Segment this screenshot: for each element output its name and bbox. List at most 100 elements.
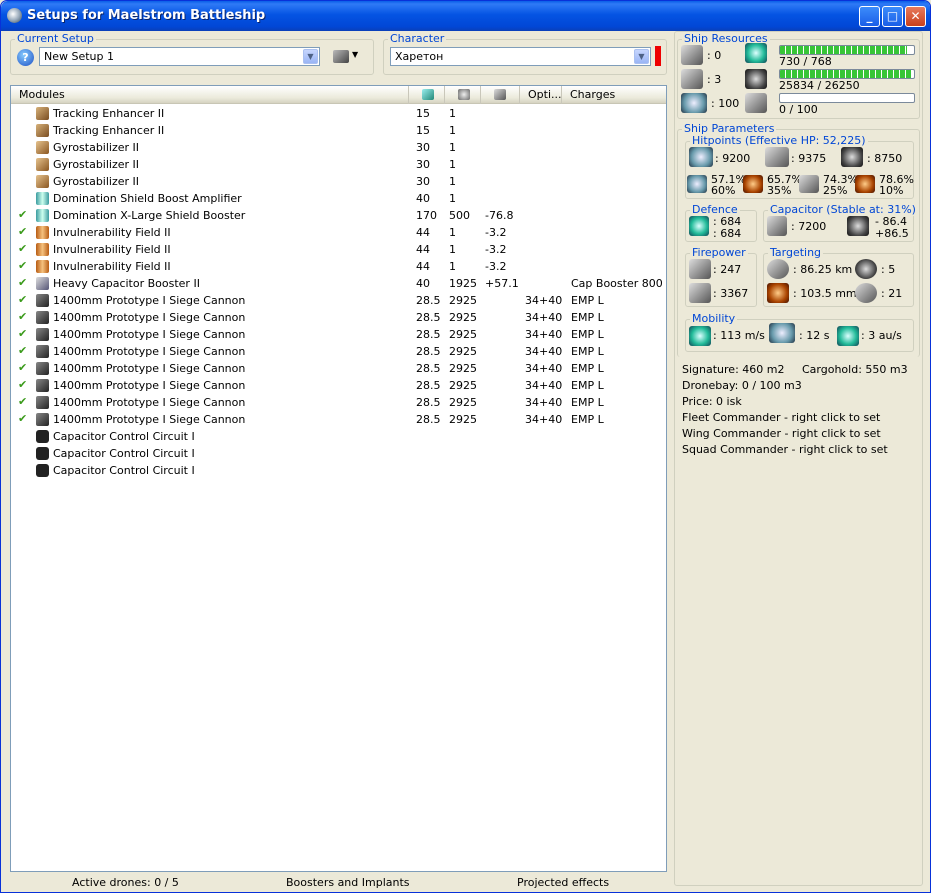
setup-select[interactable]: New Setup 1 ▼ xyxy=(39,47,320,66)
dronebay-text: Dronebay: 0 / 100 m3 xyxy=(682,379,802,392)
projected-effects-link[interactable]: Projected effects xyxy=(517,876,609,889)
module-row[interactable]: Capacitor Control Circuit I xyxy=(11,428,666,445)
cpu-value: 730 / 768 xyxy=(779,55,832,68)
module-row[interactable]: ✔ 1400mm Prototype I Siege Cannon 28.5 2925… xyxy=(11,343,666,360)
module-cpu: 40 xyxy=(416,277,430,290)
module-row[interactable]: Domination Shield Boost Amplifier 40 1 xyxy=(11,190,666,207)
module-name: 1400mm Prototype I Siege Cannon xyxy=(53,362,246,375)
siege-cannon-icon xyxy=(36,294,49,307)
module-active-check: ✔ xyxy=(18,412,28,425)
module-active-check: ✔ xyxy=(18,395,28,408)
drone-bandwidth-icon xyxy=(745,93,767,113)
module-name: Invulnerability Field II xyxy=(53,226,171,239)
powergrid-value: 25834 / 26250 xyxy=(779,79,860,92)
max-targets-icon xyxy=(855,259,877,279)
module-powergrid: 500 xyxy=(449,209,470,222)
module-row[interactable]: ✔ 1400mm Prototype I Siege Cannon 28.5 2925… xyxy=(11,411,666,428)
module-powergrid: 1925 xyxy=(449,277,477,290)
module-row[interactable]: ✔ Invulnerability Field II 44 1 -3.2 xyxy=(11,241,666,258)
module-row[interactable]: Capacitor Control Circuit I xyxy=(11,462,666,479)
module-row[interactable]: ✔ 1400mm Prototype I Siege Cannon 28.5 2925… xyxy=(11,394,666,411)
module-row[interactable]: ✔ Invulnerability Field II 44 1 -3.2 xyxy=(11,258,666,275)
module-row[interactable]: Tracking Enhancer II 15 1 xyxy=(11,105,666,122)
tracking-enhancer-icon xyxy=(36,124,49,137)
module-powergrid: 1 xyxy=(449,226,456,239)
siege-cannon-icon xyxy=(36,328,49,341)
module-row[interactable]: ✔ 1400mm Prototype I Siege Cannon 28.5 2925… xyxy=(11,326,666,343)
column-capacitor[interactable] xyxy=(481,86,520,104)
boosters-implants-link[interactable]: Boosters and Implants xyxy=(286,876,410,889)
module-row[interactable]: ✔ 1400mm Prototype I Siege Cannon 28.5 2925… xyxy=(11,309,666,326)
status-bar: Active drones: 0 / 5 Boosters and Implan… xyxy=(10,873,667,892)
column-cpu[interactable] xyxy=(409,86,445,104)
module-name: Capacitor Control Circuit I xyxy=(53,447,195,460)
capacitor-icon xyxy=(494,89,506,100)
module-active-check: ✔ xyxy=(18,242,28,255)
module-powergrid: 2925 xyxy=(449,379,477,392)
module-row[interactable]: ✔ Heavy Capacitor Booster II 40 1925 +57.1 Ca… xyxy=(11,275,666,292)
fleet-commander-slot[interactable]: Fleet Commander - right click to set xyxy=(682,411,880,424)
module-name: Invulnerability Field II xyxy=(53,243,171,256)
title-bar[interactable]: Setups for Maelstrom Battleship _ □ ✕ xyxy=(1,1,930,31)
module-cpu: 15 xyxy=(416,124,430,137)
shield-recharge-icon xyxy=(689,216,709,236)
character-select[interactable]: Харетон ▼ xyxy=(390,47,651,66)
modules-list[interactable]: Modules Opti... Charges Tracking Enhance… xyxy=(10,85,667,872)
maximize-button[interactable]: □ xyxy=(882,6,903,27)
module-name: Invulnerability Field II xyxy=(53,260,171,273)
minimize-button[interactable]: _ xyxy=(859,6,880,27)
setup-menu-button[interactable]: ▼ xyxy=(331,49,361,65)
turret-hardpoint-icon xyxy=(681,45,703,65)
module-row[interactable]: Gyrostabilizer II 30 1 xyxy=(11,139,666,156)
drone-bandwidth-value: 0 / 100 xyxy=(779,103,818,116)
invulnerability-field-icon xyxy=(36,226,49,239)
column-optimal[interactable]: Opti... xyxy=(520,86,562,104)
module-active-check: ✔ xyxy=(18,344,28,357)
firepower-label: Firepower xyxy=(690,246,748,259)
module-active-check: ✔ xyxy=(18,259,28,272)
module-row[interactable]: Gyrostabilizer II 30 1 xyxy=(11,173,666,190)
siege-cannon-icon xyxy=(36,311,49,324)
module-cpu: 28.5 xyxy=(416,294,441,307)
module-row[interactable]: Tracking Enhancer II 15 1 xyxy=(11,122,666,139)
close-button[interactable]: ✕ xyxy=(905,6,926,27)
module-cpu: 44 xyxy=(416,226,430,239)
chevron-down-icon[interactable]: ▼ xyxy=(634,49,649,64)
module-cpu: 170 xyxy=(416,209,437,222)
module-row[interactable]: Capacitor Control Circuit I xyxy=(11,445,666,462)
armor-hp-value: : 9375 xyxy=(791,152,827,165)
active-drones-link[interactable]: Active drones: 0 / 5 xyxy=(72,876,179,889)
thermal-resist-icon xyxy=(743,175,763,193)
module-row[interactable]: ✔ Invulnerability Field II 44 1 -3.2 xyxy=(11,224,666,241)
shield-booster-icon xyxy=(36,209,49,222)
module-optimal: 34+40 xyxy=(525,379,563,392)
module-powergrid: 2925 xyxy=(449,396,477,409)
module-row[interactable]: Gyrostabilizer II 30 1 xyxy=(11,156,666,173)
powergrid-icon xyxy=(458,89,470,100)
mobility-label: Mobility xyxy=(690,312,738,325)
tracking-enhancer-icon xyxy=(36,107,49,120)
module-row[interactable]: ✔ 1400mm Prototype I Siege Cannon 28.5 2925… xyxy=(11,377,666,394)
module-row[interactable]: ✔ Domination X-Large Shield Booster 170 500… xyxy=(11,207,666,224)
chevron-down-icon[interactable]: ▼ xyxy=(303,49,318,64)
module-charge: EMP L xyxy=(571,345,604,358)
max-velocity-value: : 113 m/s xyxy=(713,329,765,342)
module-capacitor: -3.2 xyxy=(485,226,507,239)
module-name: Domination Shield Boost Amplifier xyxy=(53,192,242,205)
launcher-slots-value: : 3 xyxy=(707,73,722,86)
module-name: Tracking Enhancer II xyxy=(53,107,165,120)
launcher-hardpoint-icon xyxy=(681,69,703,89)
column-charges[interactable]: Charges xyxy=(562,86,666,104)
window: Setups for Maelstrom Battleship _ □ ✕ Cu… xyxy=(0,0,931,893)
module-row[interactable]: ✔ 1400mm Prototype I Siege Cannon 28.5 2925… xyxy=(11,360,666,377)
wing-commander-slot[interactable]: Wing Commander - right click to set xyxy=(682,427,881,440)
shield-hp-icon xyxy=(689,147,713,167)
squad-commander-slot[interactable]: Squad Commander - right click to set xyxy=(682,443,888,456)
siege-cannon-icon xyxy=(36,379,49,392)
help-icon[interactable]: ? xyxy=(17,49,34,66)
column-modules[interactable]: Modules xyxy=(11,86,409,104)
column-powergrid[interactable] xyxy=(445,86,481,104)
module-row[interactable]: ✔ 1400mm Prototype I Siege Cannon 28.5 2925… xyxy=(11,292,666,309)
cpu-icon xyxy=(745,43,767,63)
module-cpu: 30 xyxy=(416,141,430,154)
